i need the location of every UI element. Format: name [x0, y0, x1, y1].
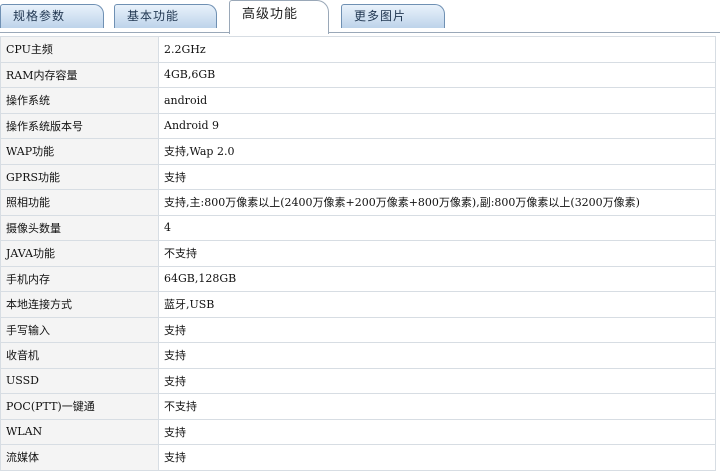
table-row: 摄像头数量 4 — [0, 214, 716, 241]
tab-label: 更多图片 — [354, 9, 407, 23]
spec-value: 4 — [158, 214, 716, 241]
spec-name: 流媒体 — [0, 444, 159, 471]
spec-value: 蓝牙,USB — [158, 291, 716, 318]
table-row: RAM内存容量 4GB,6GB — [0, 61, 716, 88]
table-row: 手写输入 支持 — [0, 316, 716, 343]
table-row: 流媒体 支持 — [0, 444, 716, 471]
spec-name: USSD — [0, 367, 159, 394]
spec-value: 支持 — [158, 163, 716, 190]
tab-bar: 规格参数 基本功能 高级功能 更多图片 — [0, 0, 720, 34]
table-row: 本地连接方式 蓝牙,USB — [0, 291, 716, 318]
spec-name: 收音机 — [0, 342, 159, 369]
spec-value: 支持 — [158, 316, 716, 343]
spec-name: GPRS功能 — [0, 163, 159, 190]
tab-label: 规格参数 — [13, 9, 66, 23]
spec-value: 支持 — [158, 444, 716, 471]
spec-value: 4GB,6GB — [158, 61, 716, 88]
spec-name: 本地连接方式 — [0, 291, 159, 318]
spec-name: 手写输入 — [0, 316, 159, 343]
spec-value: 支持 — [158, 342, 716, 369]
spec-name: 手机内存 — [0, 265, 159, 292]
tab-specs[interactable]: 规格参数 — [0, 4, 104, 28]
table-row: 照相功能 支持,主:800万像素以上(2400万像素+200万像素+800万像素… — [0, 189, 716, 216]
spec-name: 操作系统版本号 — [0, 112, 159, 139]
spec-value: 支持 — [158, 367, 716, 394]
tab-label: 高级功能 — [242, 7, 299, 22]
tab-advanced-functions[interactable]: 高级功能 — [229, 0, 329, 34]
spec-table: CPU主频 2.2GHz RAM内存容量 4GB,6GB 操作系统 androi… — [0, 36, 716, 471]
tab-basic-functions[interactable]: 基本功能 — [114, 4, 217, 28]
table-row: WAP功能 支持,Wap 2.0 — [0, 138, 716, 165]
spec-name: POC(PTT)一键通 — [0, 393, 159, 420]
spec-value: 64GB,128GB — [158, 265, 716, 292]
spec-value: 支持,Wap 2.0 — [158, 138, 716, 165]
table-row: 手机内存 64GB,128GB — [0, 265, 716, 292]
spec-value: 不支持 — [158, 240, 716, 267]
spec-value: 支持 — [158, 418, 716, 445]
table-row: JAVA功能 不支持 — [0, 240, 716, 267]
spec-value: android — [158, 87, 716, 114]
spec-value: 2.2GHz — [158, 36, 716, 63]
spec-name: JAVA功能 — [0, 240, 159, 267]
spec-name: RAM内存容量 — [0, 61, 159, 88]
spec-value: 不支持 — [158, 393, 716, 420]
table-row: 操作系统 android — [0, 87, 716, 114]
spec-value: 支持,主:800万像素以上(2400万像素+200万像素+800万像素),副:8… — [158, 189, 716, 216]
spec-name: CPU主频 — [0, 36, 159, 63]
spec-name: WAP功能 — [0, 138, 159, 165]
spec-name: WLAN — [0, 418, 159, 445]
spec-name: 摄像头数量 — [0, 214, 159, 241]
table-row: 收音机 支持 — [0, 342, 716, 369]
table-row: 操作系统版本号 Android 9 — [0, 112, 716, 139]
table-row: POC(PTT)一键通 不支持 — [0, 393, 716, 420]
table-row: USSD 支持 — [0, 367, 716, 394]
tab-more-images[interactable]: 更多图片 — [341, 4, 445, 28]
spec-name: 照相功能 — [0, 189, 159, 216]
spec-name: 操作系统 — [0, 87, 159, 114]
tab-label: 基本功能 — [127, 9, 180, 23]
table-row: GPRS功能 支持 — [0, 163, 716, 190]
spec-value: Android 9 — [158, 112, 716, 139]
table-row: WLAN 支持 — [0, 418, 716, 445]
table-row: CPU主频 2.2GHz — [0, 36, 716, 63]
tab-divider — [0, 32, 720, 33]
